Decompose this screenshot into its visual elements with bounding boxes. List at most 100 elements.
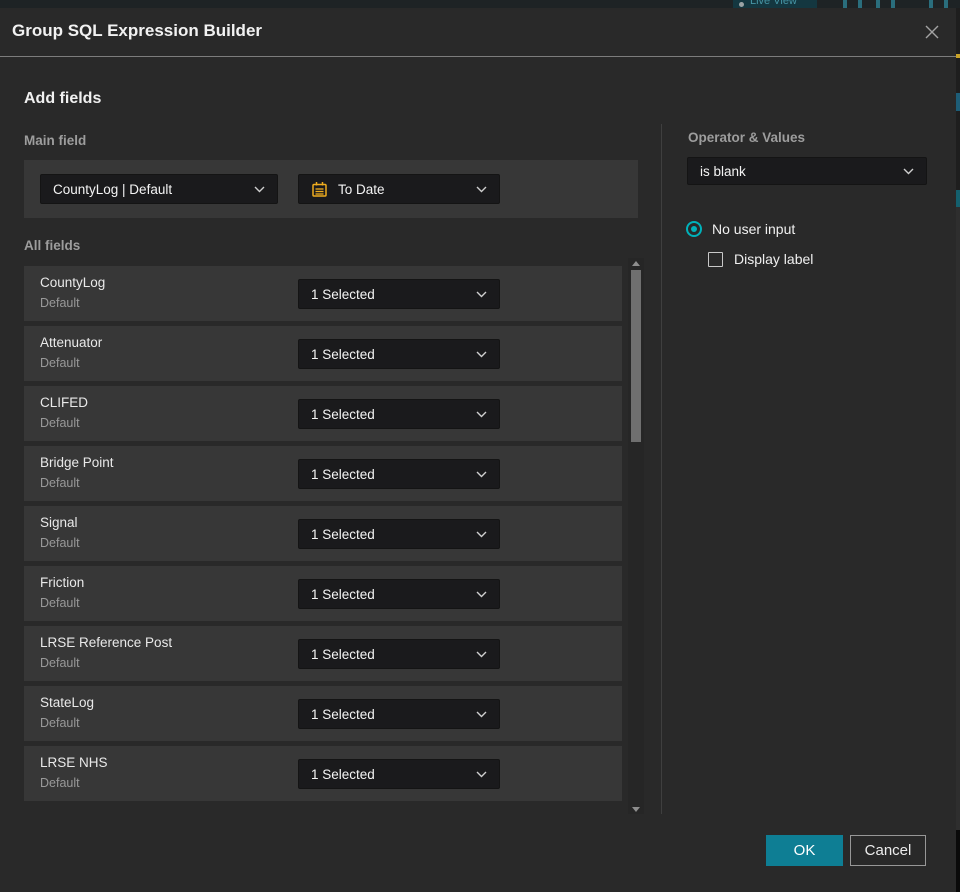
field-selected-value: 1 Selected [311,646,375,662]
field-row: CLIFED Default 1 Selected [24,386,622,441]
field-selected-dropdown[interactable]: 1 Selected [298,339,500,369]
main-field-box: CountyLog | Default To Date [24,160,638,218]
background-toolbar-fragment [891,0,895,8]
live-view-label: Live View [750,0,797,7]
cancel-button[interactable]: Cancel [850,835,926,866]
field-row: Friction Default 1 Selected [24,566,622,621]
panel-divider [661,124,662,814]
no-user-input-option[interactable]: No user input [686,221,795,237]
field-selected-value: 1 Selected [311,586,375,602]
chevron-down-icon [476,651,487,657]
titlebar-separator [0,56,956,57]
close-icon [925,25,939,39]
chevron-down-icon [476,591,487,597]
field-name: Signal [40,515,78,530]
field-row: Attenuator Default 1 Selected [24,326,622,381]
display-label-checkbox[interactable] [708,251,723,267]
chevron-down-icon [476,531,487,537]
all-fields-label: All fields [24,238,81,253]
field-selected-value: 1 Selected [311,706,375,722]
chevron-down-icon [476,186,487,192]
field-sublabel: Default [40,776,80,790]
field-selected-value: 1 Selected [311,766,375,782]
operator-values-label: Operator & Values [688,130,806,145]
chevron-down-icon [476,351,487,357]
field-name: Bridge Point [40,455,114,470]
field-sublabel: Default [40,296,80,310]
no-user-input-radio[interactable] [686,221,702,237]
field-name: LRSE NHS [40,755,108,770]
field-selected-dropdown[interactable]: 1 Selected [298,459,500,489]
add-fields-heading: Add fields [24,90,102,107]
field-selected-value: 1 Selected [311,406,375,422]
field-row: StateLog Default 1 Selected [24,686,622,741]
operator-select-value: is blank [700,163,746,179]
main-field-select-value: CountyLog | Default [53,181,173,197]
background-right-edge [956,8,960,892]
field-sublabel: Default [40,476,80,490]
all-fields-list: CountyLog Default 1 Selected Attenuator … [24,266,622,806]
field-selected-dropdown[interactable]: 1 Selected [298,579,500,609]
background-fragment [956,54,960,58]
dialog-titlebar: Group SQL Expression Builder [0,8,956,56]
field-sublabel: Default [40,536,80,550]
chevron-down-icon [254,186,265,192]
background-fragment [956,830,960,892]
main-field-type-value: To Date [338,181,385,197]
field-selected-dropdown[interactable]: 1 Selected [298,279,500,309]
field-selected-dropdown[interactable]: 1 Selected [298,759,500,789]
close-button[interactable] [920,20,944,44]
display-label-option[interactable]: Display label [708,251,813,267]
background-toolbar-fragment [876,0,880,8]
chevron-down-icon [476,711,487,717]
chevron-down-icon [476,471,487,477]
field-sublabel: Default [40,596,80,610]
ok-button[interactable]: OK [766,835,843,866]
group-sql-expression-builder-dialog: Group SQL Expression Builder Add fields … [0,8,956,892]
field-name: StateLog [40,695,95,710]
field-name: LRSE Reference Post [40,635,173,650]
no-user-input-label: No user input [712,221,796,237]
field-row: Bridge Point Default 1 Selected [24,446,622,501]
field-row: LRSE Reference Post Default 1 Selected [24,626,622,681]
field-sublabel: Default [40,356,80,370]
background-toolbar-fragment [929,0,933,8]
calendar-icon [311,181,328,198]
main-field-type-select[interactable]: To Date [298,174,500,204]
field-selected-value: 1 Selected [311,286,375,302]
field-sublabel: Default [40,656,80,670]
scrollbar-down-arrow[interactable] [628,804,644,814]
operator-select[interactable]: is blank [687,157,927,185]
chevron-down-icon [476,411,487,417]
field-sublabel: Default [40,716,80,730]
field-name: CountyLog [40,275,106,290]
field-selected-dropdown[interactable]: 1 Selected [298,639,500,669]
background-toolbar-fragment [944,0,948,8]
field-selected-dropdown[interactable]: 1 Selected [298,519,500,549]
field-row: CountyLog Default 1 Selected [24,266,622,321]
main-field-select[interactable]: CountyLog | Default [40,174,278,204]
background-fragment [956,190,960,207]
field-selected-dropdown[interactable]: 1 Selected [298,399,500,429]
chevron-down-icon [476,771,487,777]
background-toolbar-fragment [858,0,862,8]
field-selected-dropdown[interactable]: 1 Selected [298,699,500,729]
live-view-dot-icon [739,2,744,7]
field-row: LRSE NHS Default 1 Selected [24,746,622,801]
field-selected-value: 1 Selected [311,526,375,542]
field-name: CLIFED [40,395,89,410]
display-label-text: Display label [734,251,814,267]
dialog-title: Group SQL Expression Builder [12,21,263,40]
field-row: Signal Default 1 Selected [24,506,622,561]
background-toolbar-fragment [843,0,847,8]
field-name: Attenuator [40,335,103,350]
scrollbar-thumb[interactable] [631,270,641,442]
background-fragment [956,93,960,111]
field-name: Friction [40,575,85,590]
scrollbar-up-arrow[interactable] [628,258,644,268]
chevron-down-icon [476,291,487,297]
field-selected-value: 1 Selected [311,466,375,482]
live-view-button: Live View [733,0,817,8]
fields-scrollbar[interactable] [628,258,644,814]
field-sublabel: Default [40,416,80,430]
